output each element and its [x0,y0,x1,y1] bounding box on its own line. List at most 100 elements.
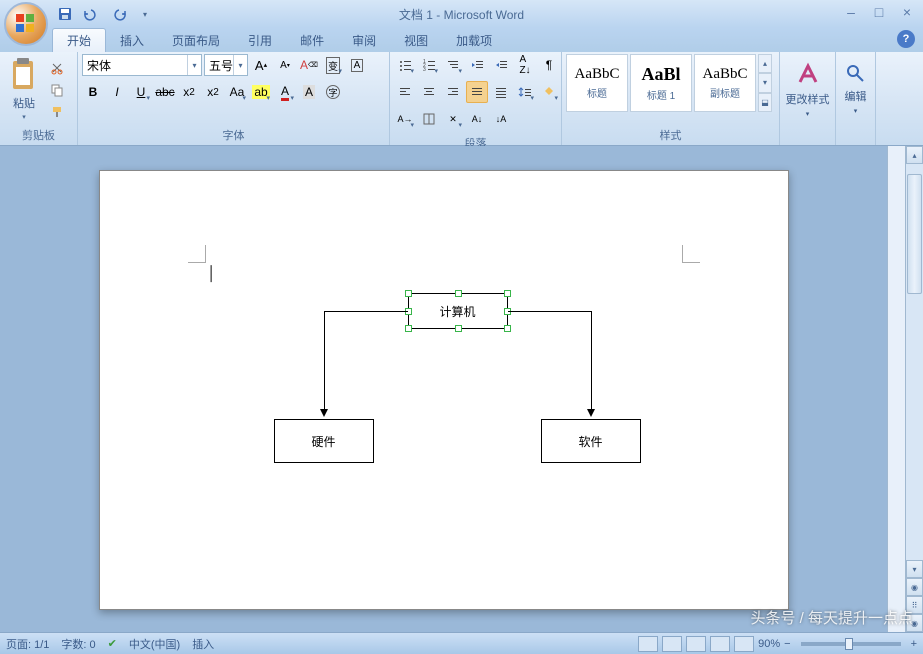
tab-view[interactable]: 视图 [390,29,442,52]
view-print-layout-button[interactable] [638,636,658,652]
close-button[interactable]: × [897,4,917,20]
increase-indent-button[interactable] [490,54,512,76]
status-wordcount[interactable]: 字数: 0 [61,636,95,652]
office-button[interactable] [4,2,48,46]
superscript-button[interactable]: x2 [202,81,224,103]
asian-layout-button[interactable] [418,108,440,130]
bold-button[interactable]: B [82,81,104,103]
ribbon: 粘贴 ▾ 剪贴板 宋体▾ 五号▾ A▴ A▾ A⌫ 变 A B [0,52,923,146]
save-button[interactable] [54,3,76,25]
next-page-button[interactable]: ◉ [906,614,923,632]
paste-button[interactable]: 粘贴 ▾ [4,54,44,124]
change-styles-button[interactable]: 更改样式 ▾ [784,54,831,124]
bullets-button[interactable] [394,54,416,76]
sort-desc-button[interactable]: ↓A [490,108,512,130]
vertical-scrollbar[interactable]: ▴ ▾ ◉ ⠿ ◉ [905,146,923,632]
restore-button[interactable]: □ [869,4,889,20]
italic-button[interactable]: I [106,81,128,103]
scroll-up-button[interactable]: ▴ [906,146,923,164]
font-name-combo[interactable]: 宋体▾ [82,54,202,76]
sort-button[interactable]: AZ↓ [514,54,536,76]
style-item-heading1[interactable]: AaBl 标题 1 [630,54,692,112]
scroll-track[interactable] [906,164,923,560]
align-left-button[interactable] [394,81,416,103]
numbering-button[interactable]: 123 [418,54,440,76]
help-button[interactable]: ? [897,30,915,48]
char-scaling-button[interactable]: ✕ [442,108,464,130]
tab-home[interactable]: 开始 [52,28,106,52]
change-case-button[interactable]: Aa [226,81,248,103]
status-proofing-icon[interactable]: ✔ [108,637,117,650]
zoom-in-button[interactable]: + [911,638,917,650]
enclose-char-button[interactable]: 字 [322,81,344,103]
clear-formatting-button[interactable]: A⌫ [298,54,320,76]
show-marks-button[interactable]: ¶ [538,54,560,76]
justify-button[interactable] [466,81,488,103]
diagram-box-root[interactable]: 计算机 [408,293,508,329]
tab-pagelayout[interactable]: 页面布局 [158,29,234,52]
align-right-button[interactable] [442,81,464,103]
page[interactable]: │ 计算机 硬件 [99,170,789,610]
browse-object-button[interactable]: ⠿ [906,596,923,614]
scroll-down-button[interactable]: ▾ [906,560,923,578]
gallery-more-button[interactable]: ⬓ [758,93,772,112]
undo-button[interactable] [78,3,100,25]
zoom-slider[interactable] [801,642,901,646]
text-direction-button[interactable]: A→ [394,108,416,130]
status-insert-mode[interactable]: 插入 [192,636,214,652]
shading-button[interactable] [538,81,560,103]
view-fullscreen-button[interactable] [662,636,682,652]
distributed-button[interactable] [490,81,512,103]
group-font: 宋体▾ 五号▾ A▴ A▾ A⌫ 变 A B I U abc x2 x2 Aa … [78,52,390,145]
zoom-level[interactable]: 90% [758,638,780,650]
subscript-button[interactable]: x2 [178,81,200,103]
copy-button[interactable] [46,80,68,100]
zoom-out-button[interactable]: − [784,638,790,650]
qat-customize-button[interactable]: ▾ [134,3,156,25]
align-center-button[interactable] [418,81,440,103]
view-outline-button[interactable] [710,636,730,652]
tab-mailings[interactable]: 邮件 [286,29,338,52]
phonetic-guide-button[interactable]: 变 [322,54,344,76]
prev-page-button[interactable]: ◉ [906,578,923,596]
minimize-button[interactable]: – [841,4,861,20]
shrink-font-button[interactable]: A▾ [274,54,296,76]
view-draft-button[interactable] [734,636,754,652]
format-painter-button[interactable] [46,102,68,122]
font-color-button[interactable]: A [274,81,296,103]
tab-review[interactable]: 审阅 [338,29,390,52]
sort-asc-button[interactable]: A↓ [466,108,488,130]
group-label-styles: 样式 [566,125,775,145]
diagram-connector [591,311,592,411]
zoom-slider-thumb[interactable] [845,638,853,650]
scroll-thumb[interactable] [907,174,922,294]
char-border-button[interactable]: A [346,54,368,76]
vertical-ruler-toggle[interactable] [887,146,905,632]
diagram-box-software[interactable]: 软件 [541,419,641,463]
tab-references[interactable]: 引用 [234,29,286,52]
status-language[interactable]: 中文(中国) [129,636,180,652]
tab-addins[interactable]: 加载项 [442,29,506,52]
window-controls: – □ × [841,4,917,20]
diagram-box-hardware[interactable]: 硬件 [274,419,374,463]
char-shading-button[interactable]: A [298,81,320,103]
strikethrough-button[interactable]: abc [154,81,176,103]
grow-font-button[interactable]: A▴ [250,54,272,76]
redo-button[interactable] [110,3,132,25]
font-size-combo[interactable]: 五号▾ [204,54,248,76]
style-item-title[interactable]: AaBbC 标题 [566,54,628,112]
tab-insert[interactable]: 插入 [106,29,158,52]
cut-button[interactable] [46,58,68,78]
view-web-button[interactable] [686,636,706,652]
editing-button[interactable]: 编辑 ▾ [840,54,871,124]
decrease-indent-button[interactable] [466,54,488,76]
gallery-down-button[interactable]: ▾ [758,73,772,92]
status-page[interactable]: 页面: 1/1 [6,636,49,652]
highlight-button[interactable]: ab [250,81,272,103]
underline-button[interactable]: U [130,81,152,103]
line-spacing-button[interactable] [514,81,536,103]
multilevel-list-button[interactable] [442,54,464,76]
gallery-up-button[interactable]: ▴ [758,54,772,73]
document-scroll[interactable]: │ 计算机 硬件 [0,146,887,632]
style-item-subtitle[interactable]: AaBbC 副标题 [694,54,756,112]
